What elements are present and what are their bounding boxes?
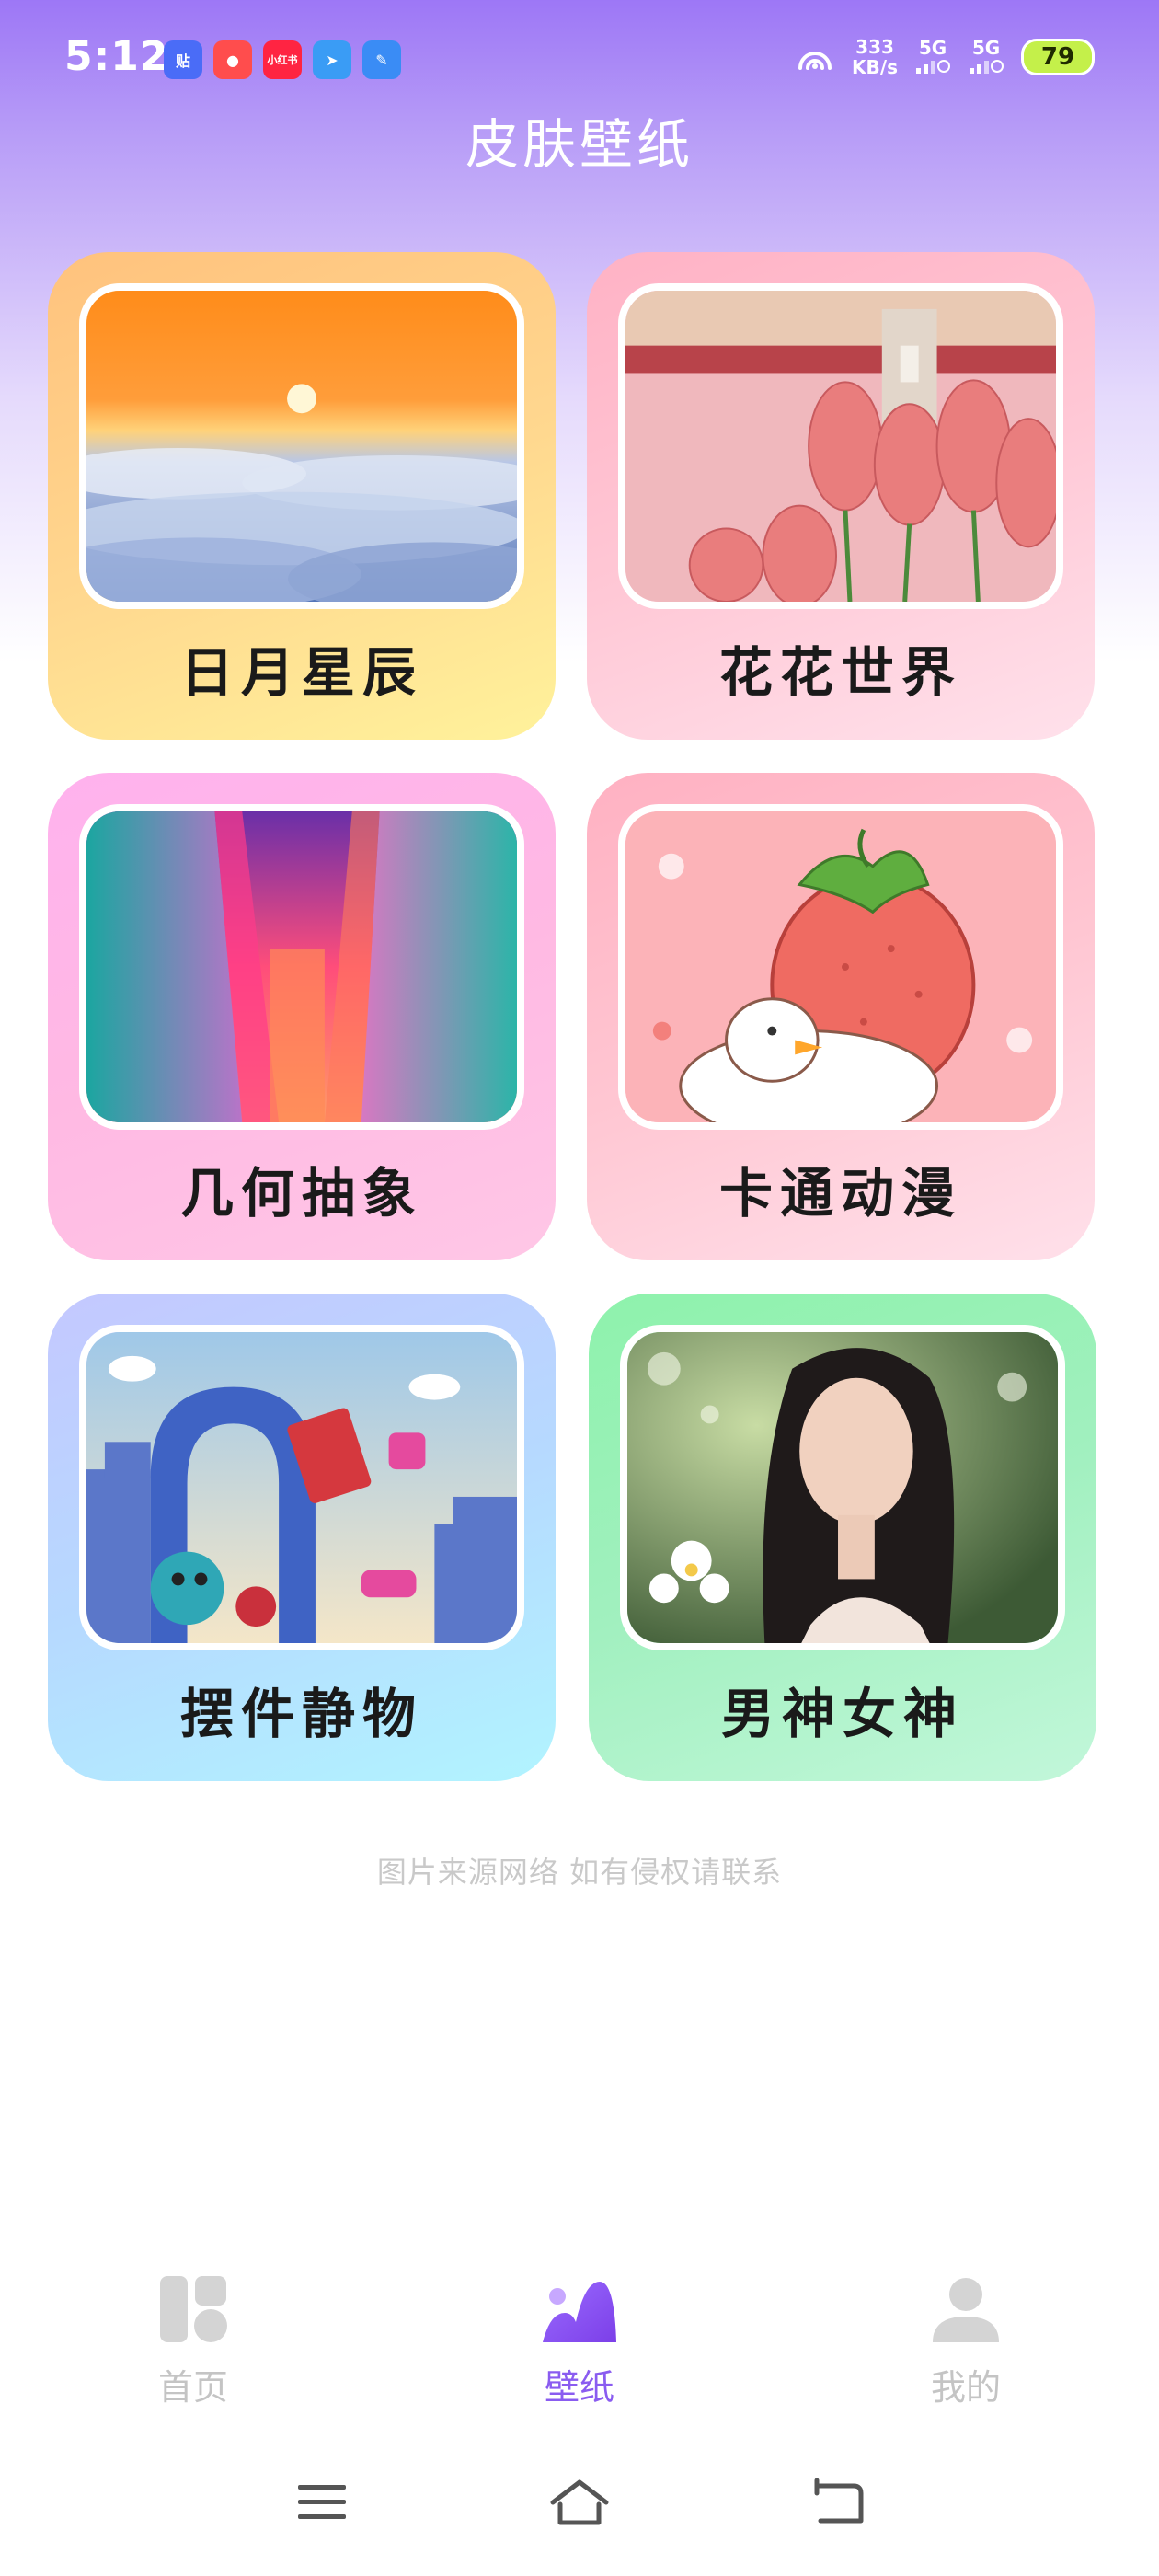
network-speed: 333 KB/s: [852, 37, 898, 77]
category-card-still-life[interactable]: 摆件静物: [48, 1294, 556, 1781]
xiaohongshu-icon: 小红书: [263, 40, 302, 79]
bottom-tab-bar: 首页 壁纸 我的: [0, 2272, 1159, 2420]
back-icon: [814, 2478, 864, 2524]
home-icon: [550, 2479, 609, 2525]
tab-mine[interactable]: 我的: [874, 2272, 1058, 2409]
category-label: 日月星辰: [179, 641, 423, 704]
category-card-cartoon-anime[interactable]: 卡通动漫: [587, 773, 1095, 1260]
category-card-flower-world[interactable]: 花花世界: [587, 252, 1095, 740]
sim1-network-type: 5G: [918, 36, 947, 59]
tab-wallpaper[interactable]: 壁纸: [488, 2272, 671, 2409]
category-card-gods-goddesses[interactable]: 男神女神: [589, 1294, 1096, 1781]
cartoon-strawberry-duck-image: [618, 804, 1063, 1130]
network-speed-unit: KB/s: [852, 56, 898, 78]
sunrise-over-clouds-image: [79, 283, 524, 609]
tab-label: 壁纸: [544, 2367, 614, 2408]
category-label: 花花世界: [718, 641, 962, 704]
page-title: 皮肤壁纸: [465, 113, 694, 176]
3d-arch-still-life-image: [79, 1325, 524, 1650]
home-button[interactable]: [543, 2466, 616, 2539]
pink-tulip-field-image: [618, 283, 1063, 609]
back-button[interactable]: [800, 2466, 874, 2539]
category-label: 摆件静物: [179, 1683, 423, 1745]
paper-plane-app-icon: ➤: [313, 40, 351, 79]
copyright-notice: 图片来源网络 如有侵权请联系: [376, 1855, 783, 1890]
menu-icon: [298, 2485, 346, 2519]
system-navigation-bar: [0, 2466, 1159, 2548]
wallpaper-mountain-icon: [543, 2282, 616, 2342]
signal-bars-icon: [970, 59, 1004, 74]
hotspot-icon: [798, 52, 832, 70]
person-icon: [933, 2278, 999, 2342]
category-label: 几何抽象: [179, 1162, 423, 1225]
notification-app-icons: 贴 ● 小红书 ➤ ✎: [164, 40, 401, 79]
status-time: 5:12: [64, 33, 169, 80]
sim2-network-type: 5G: [971, 36, 1001, 59]
category-card-sun-moon-stars[interactable]: 日月星辰: [48, 252, 556, 740]
home-grid-icon: [160, 2276, 227, 2342]
network-speed-value: 333: [855, 36, 894, 58]
mascot-app-icon: ●: [213, 40, 252, 79]
pen-app-icon: ✎: [362, 40, 401, 79]
sim2-signal: 5G: [968, 39, 1004, 76]
recent-apps-button[interactable]: [285, 2466, 359, 2539]
portrait-woman-flowers-image: [620, 1325, 1065, 1650]
tab-label: 首页: [157, 2367, 228, 2408]
battery-indicator: 79: [1021, 39, 1095, 75]
category-label: 男神女神: [720, 1683, 964, 1745]
tab-label: 我的: [930, 2367, 1001, 2408]
signal-bars-icon: [916, 59, 950, 74]
category-card-geometric-abstract[interactable]: 几何抽象: [48, 773, 556, 1260]
tab-home[interactable]: 首页: [101, 2272, 285, 2409]
neon-corridor-image: [79, 804, 524, 1130]
tieba-icon: 贴: [164, 40, 202, 79]
sim1-signal: 5G: [914, 39, 951, 76]
system-indicators: 333 KB/s 5G 5G 79: [795, 37, 1095, 77]
category-label: 卡通动漫: [718, 1162, 962, 1225]
